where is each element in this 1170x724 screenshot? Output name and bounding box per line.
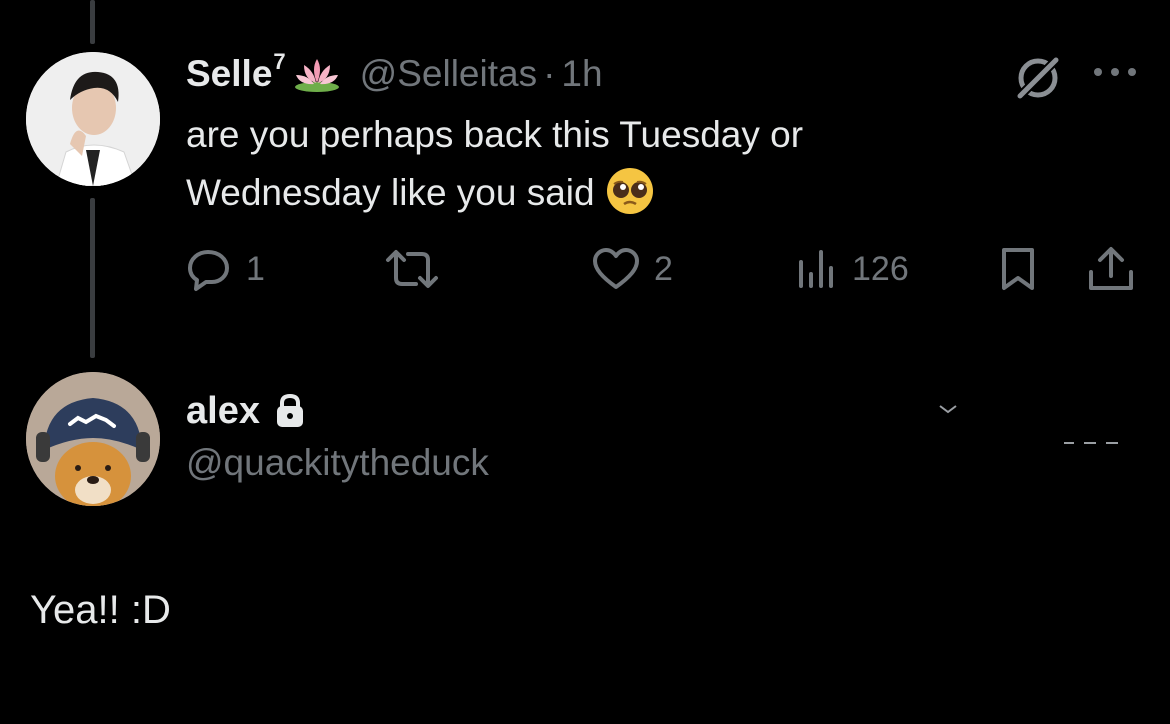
tweet-text-line-2: Wednesday like you said: [186, 172, 595, 213]
more-icon[interactable]: [1090, 64, 1140, 80]
share-button[interactable]: [1086, 244, 1136, 294]
pleading-face-emoji: [605, 166, 655, 216]
display-name[interactable]: alex: [186, 390, 260, 433]
heart-icon: [593, 248, 639, 289]
thread-connector-top: [90, 0, 95, 44]
avatar[interactable]: [26, 52, 160, 186]
view-count: 126: [852, 249, 909, 288]
avatar[interactable]: [26, 372, 160, 506]
share-icon: [1089, 247, 1133, 290]
tweet-text-line: Wednesday like you said: [186, 164, 986, 222]
author-header: alex: [186, 386, 306, 436]
display-name[interactable]: Selle: [186, 53, 272, 95]
timestamp[interactable]: 1h: [561, 53, 602, 95]
lock-icon: [274, 393, 306, 429]
thread-connector: [90, 198, 95, 358]
retweet-icon: [386, 250, 438, 288]
tweet-text-line: are you perhaps back this Tuesday or: [186, 114, 804, 155]
handle[interactable]: @Selleitas: [360, 53, 537, 95]
like-button[interactable]: 2: [592, 244, 673, 294]
lotus-icon: [292, 55, 342, 93]
avatar-image: [26, 372, 160, 506]
reply-button[interactable]: 1: [186, 244, 265, 294]
bookmark-button[interactable]: [998, 244, 1038, 294]
views-icon: [799, 250, 833, 288]
tweet-text: Yea!! :D: [30, 588, 171, 632]
name-superscript: 7: [273, 49, 286, 74]
bookmark-icon: [1002, 248, 1034, 290]
reply-count: 1: [246, 249, 265, 288]
retweet-button[interactable]: [384, 244, 440, 294]
views-button[interactable]: 126: [796, 244, 909, 294]
like-count: 2: [654, 249, 673, 288]
rendering-artifact: [939, 405, 957, 414]
tweet-text: are you perhaps back this Tuesday or Wed…: [186, 106, 986, 222]
grok-icon[interactable]: [1012, 52, 1064, 104]
reply-icon: [188, 250, 229, 291]
tweet-header: Selle 7 @Selleitas · 1h: [186, 49, 603, 96]
rendering-artifact: [1064, 442, 1118, 444]
separator: ·: [543, 53, 556, 94]
tweet-thread: Selle 7 @Selleitas · 1h are you perhaps …: [0, 0, 1170, 724]
avatar-image: [26, 52, 160, 186]
handle[interactable]: @quackitytheduck: [186, 442, 489, 484]
